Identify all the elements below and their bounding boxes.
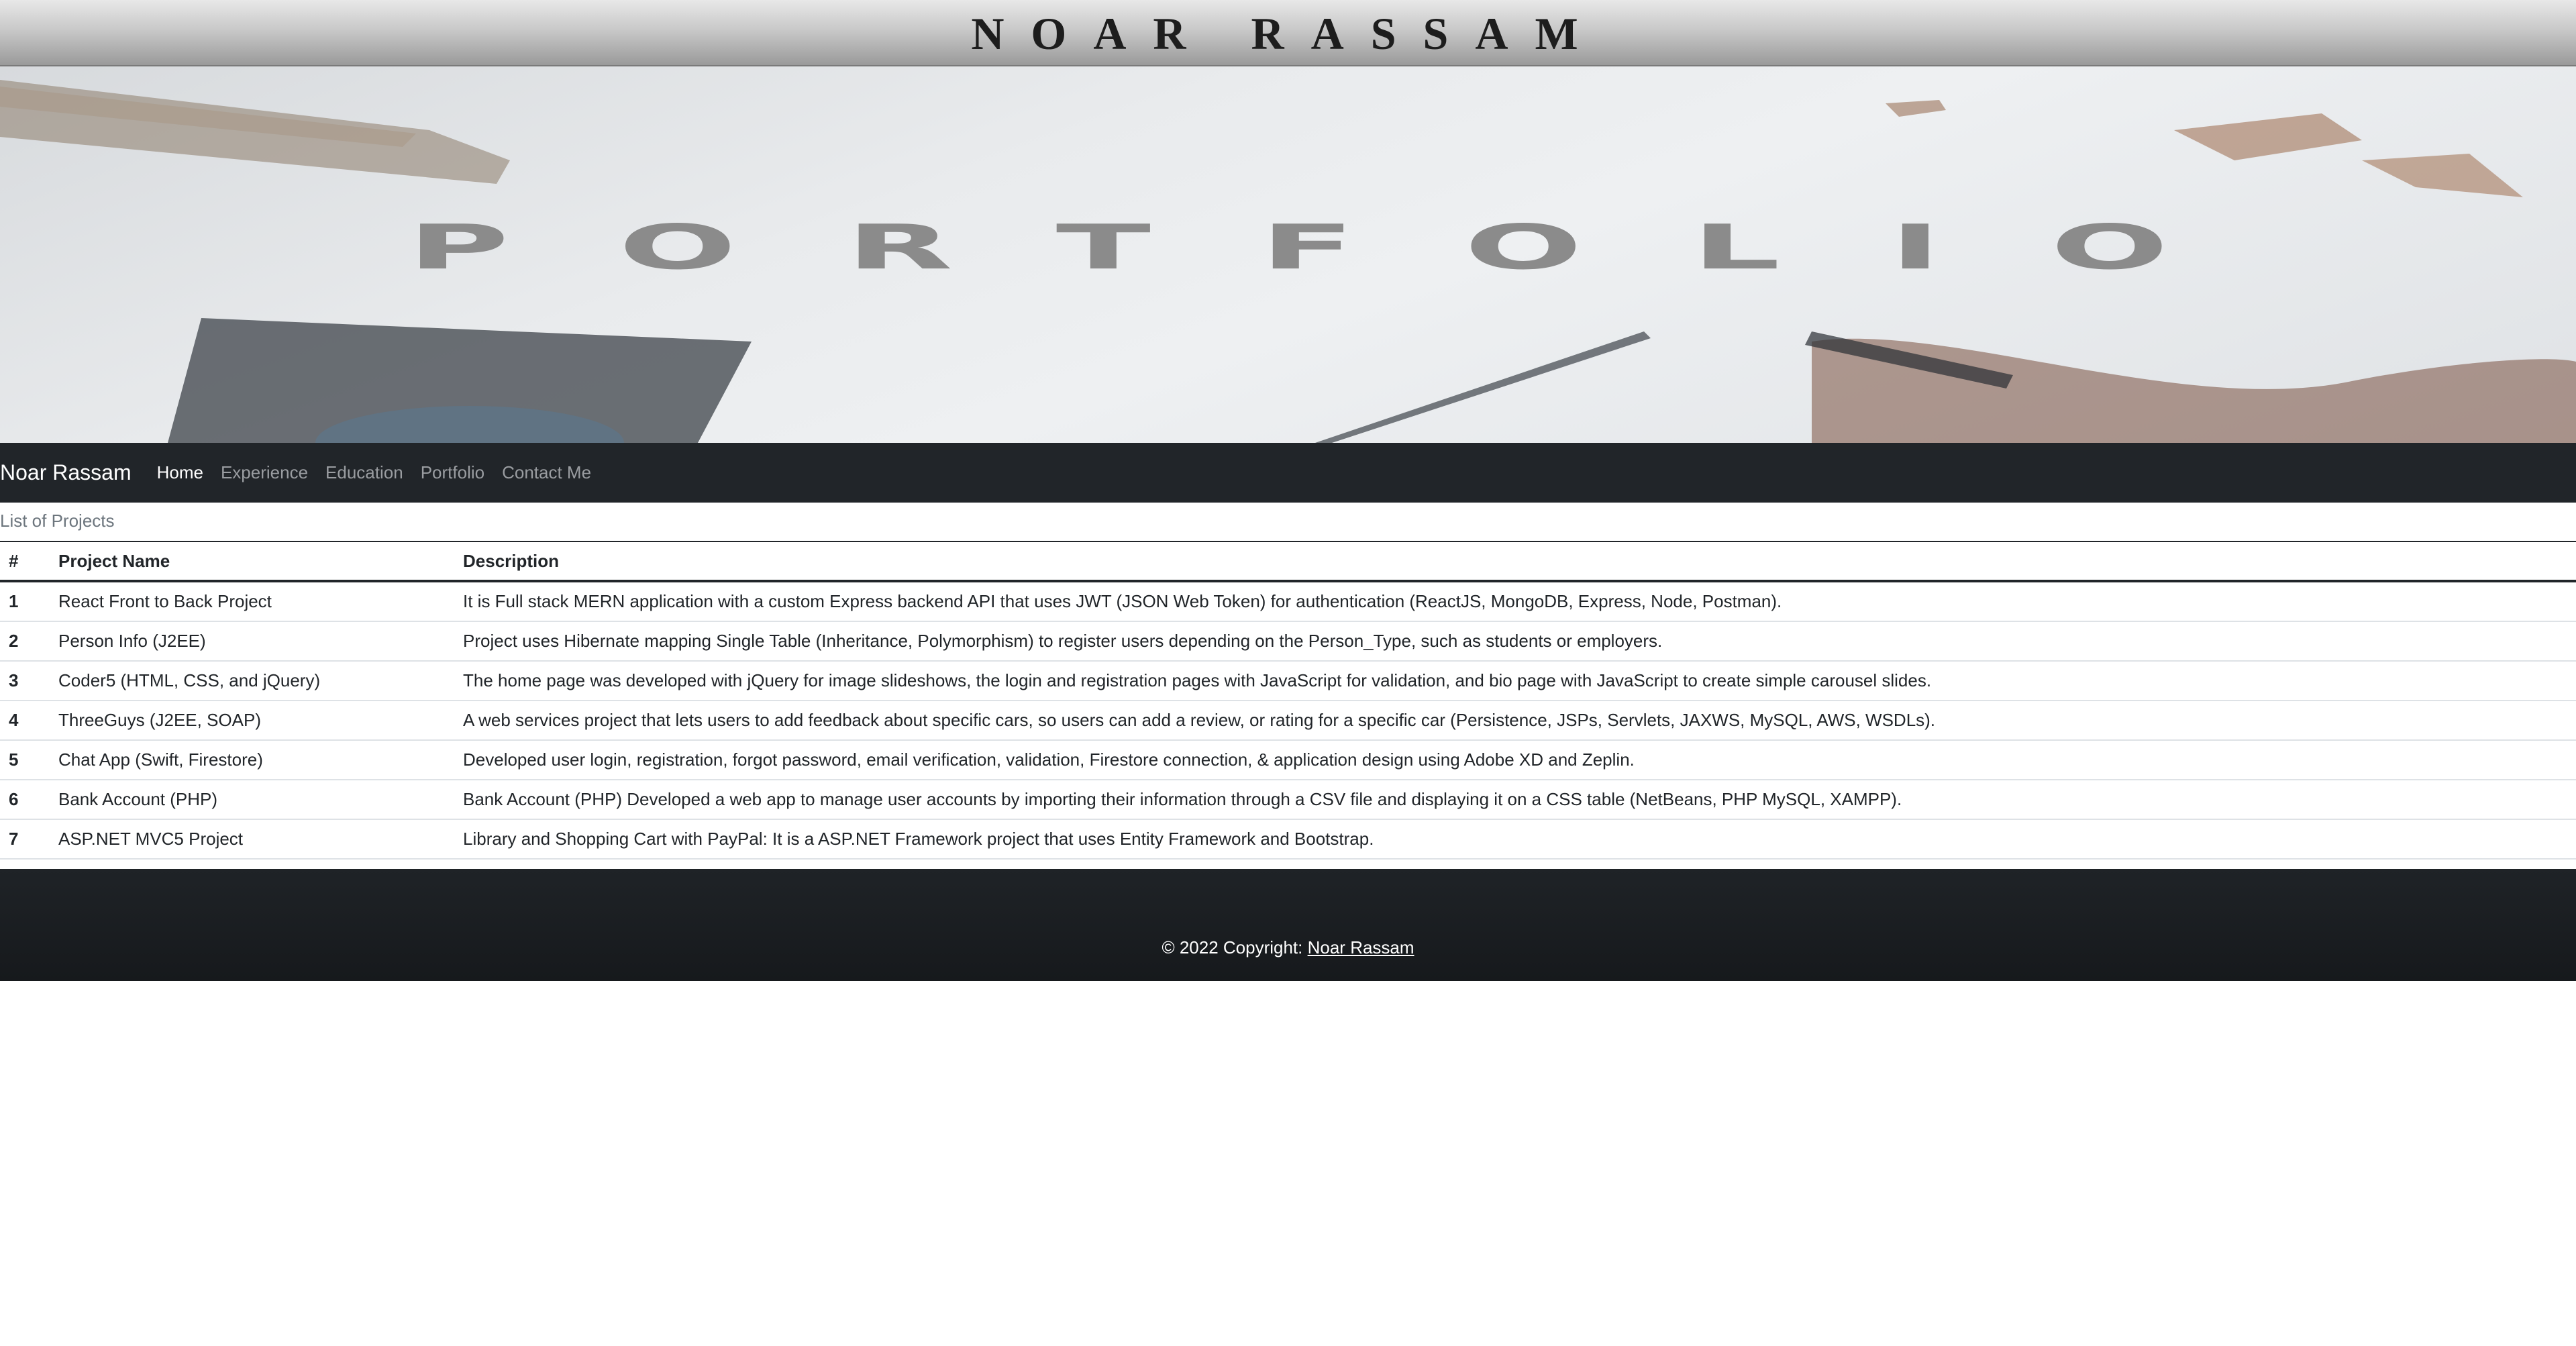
row-number: 1: [0, 581, 50, 622]
column-header-number: #: [0, 541, 50, 582]
nav-link-education[interactable]: Education: [325, 462, 403, 483]
table-caption: List of Projects: [0, 511, 115, 531]
project-description: Developed user login, registration, forg…: [454, 740, 2576, 780]
site-name: NOAR RASSAM: [971, 8, 1605, 59]
table-row: 2 Person Info (J2EE) Project uses Hibern…: [0, 621, 2576, 662]
project-description: Project uses Hibernate mapping Single Ta…: [454, 621, 2576, 662]
project-description: It is Full stack MERN application with a…: [454, 581, 2576, 622]
project-name: Bank Account (PHP): [50, 780, 454, 820]
column-header-project-name: Project Name: [50, 541, 454, 582]
project-description: The home page was developed with jQuery …: [454, 661, 2576, 701]
table-row: 4 ThreeGuys (J2EE, SOAP) A web services …: [0, 701, 2576, 741]
project-name: ASP.NET MVC5 Project: [50, 819, 454, 860]
table-row: 7 ASP.NET MVC5 Project Library and Shopp…: [0, 819, 2576, 860]
nav-link-portfolio[interactable]: Portfolio: [421, 462, 484, 483]
column-header-description: Description: [454, 541, 2576, 582]
project-name: ThreeGuys (J2EE, SOAP): [50, 701, 454, 741]
nav-link-contact-me[interactable]: Contact Me: [502, 462, 591, 483]
hero-title: PORTFOLIO: [407, 211, 2278, 284]
project-description: Library and Shopping Cart with PayPal: I…: [454, 819, 2576, 860]
table-row: 6 Bank Account (PHP) Bank Account (PHP) …: [0, 780, 2576, 820]
row-number: 5: [0, 740, 50, 780]
site-header: NOAR RASSAM: [0, 0, 2576, 66]
project-description: Bank Account (PHP) Developed a web app t…: [454, 780, 2576, 820]
page: NOAR RASSAM PORTFOLIO Noar Rassam Home E…: [0, 0, 2576, 1346]
row-number: 2: [0, 621, 50, 662]
table-row: 3 Coder5 (HTML, CSS, and jQuery) The hom…: [0, 661, 2576, 701]
row-number: 7: [0, 819, 50, 860]
project-name: Chat App (Swift, Firestore): [50, 740, 454, 780]
row-number: 6: [0, 780, 50, 820]
table-header-row: # Project Name Description: [0, 541, 2576, 582]
hero-banner: PORTFOLIO: [0, 66, 2576, 443]
navbar-brand[interactable]: Noar Rassam: [0, 460, 132, 485]
table-row: 5 Chat App (Swift, Firestore) Developed …: [0, 740, 2576, 780]
footer-copyright: © 2022 Copyright: Noar Rassam: [0, 937, 2576, 958]
project-name: Coder5 (HTML, CSS, and jQuery): [50, 661, 454, 701]
main-navbar: Noar Rassam Home Experience Education Po…: [0, 443, 2576, 503]
project-name: Person Info (J2EE): [50, 621, 454, 662]
project-name: React Front to Back Project: [50, 581, 454, 622]
table-row: 1 React Front to Back Project It is Full…: [0, 581, 2576, 622]
project-description: A web services project that lets users t…: [454, 701, 2576, 741]
nav-link-experience[interactable]: Experience: [221, 462, 308, 483]
site-footer: © 2022 Copyright: Noar Rassam: [0, 869, 2576, 981]
projects-table: # Project Name Description 1 React Front…: [0, 541, 2576, 860]
copyright-text: © 2022 Copyright:: [1162, 937, 1308, 957]
nav-link-home[interactable]: Home: [157, 462, 203, 483]
row-number: 3: [0, 661, 50, 701]
row-number: 4: [0, 701, 50, 741]
footer-author-link[interactable]: Noar Rassam: [1308, 937, 1414, 957]
